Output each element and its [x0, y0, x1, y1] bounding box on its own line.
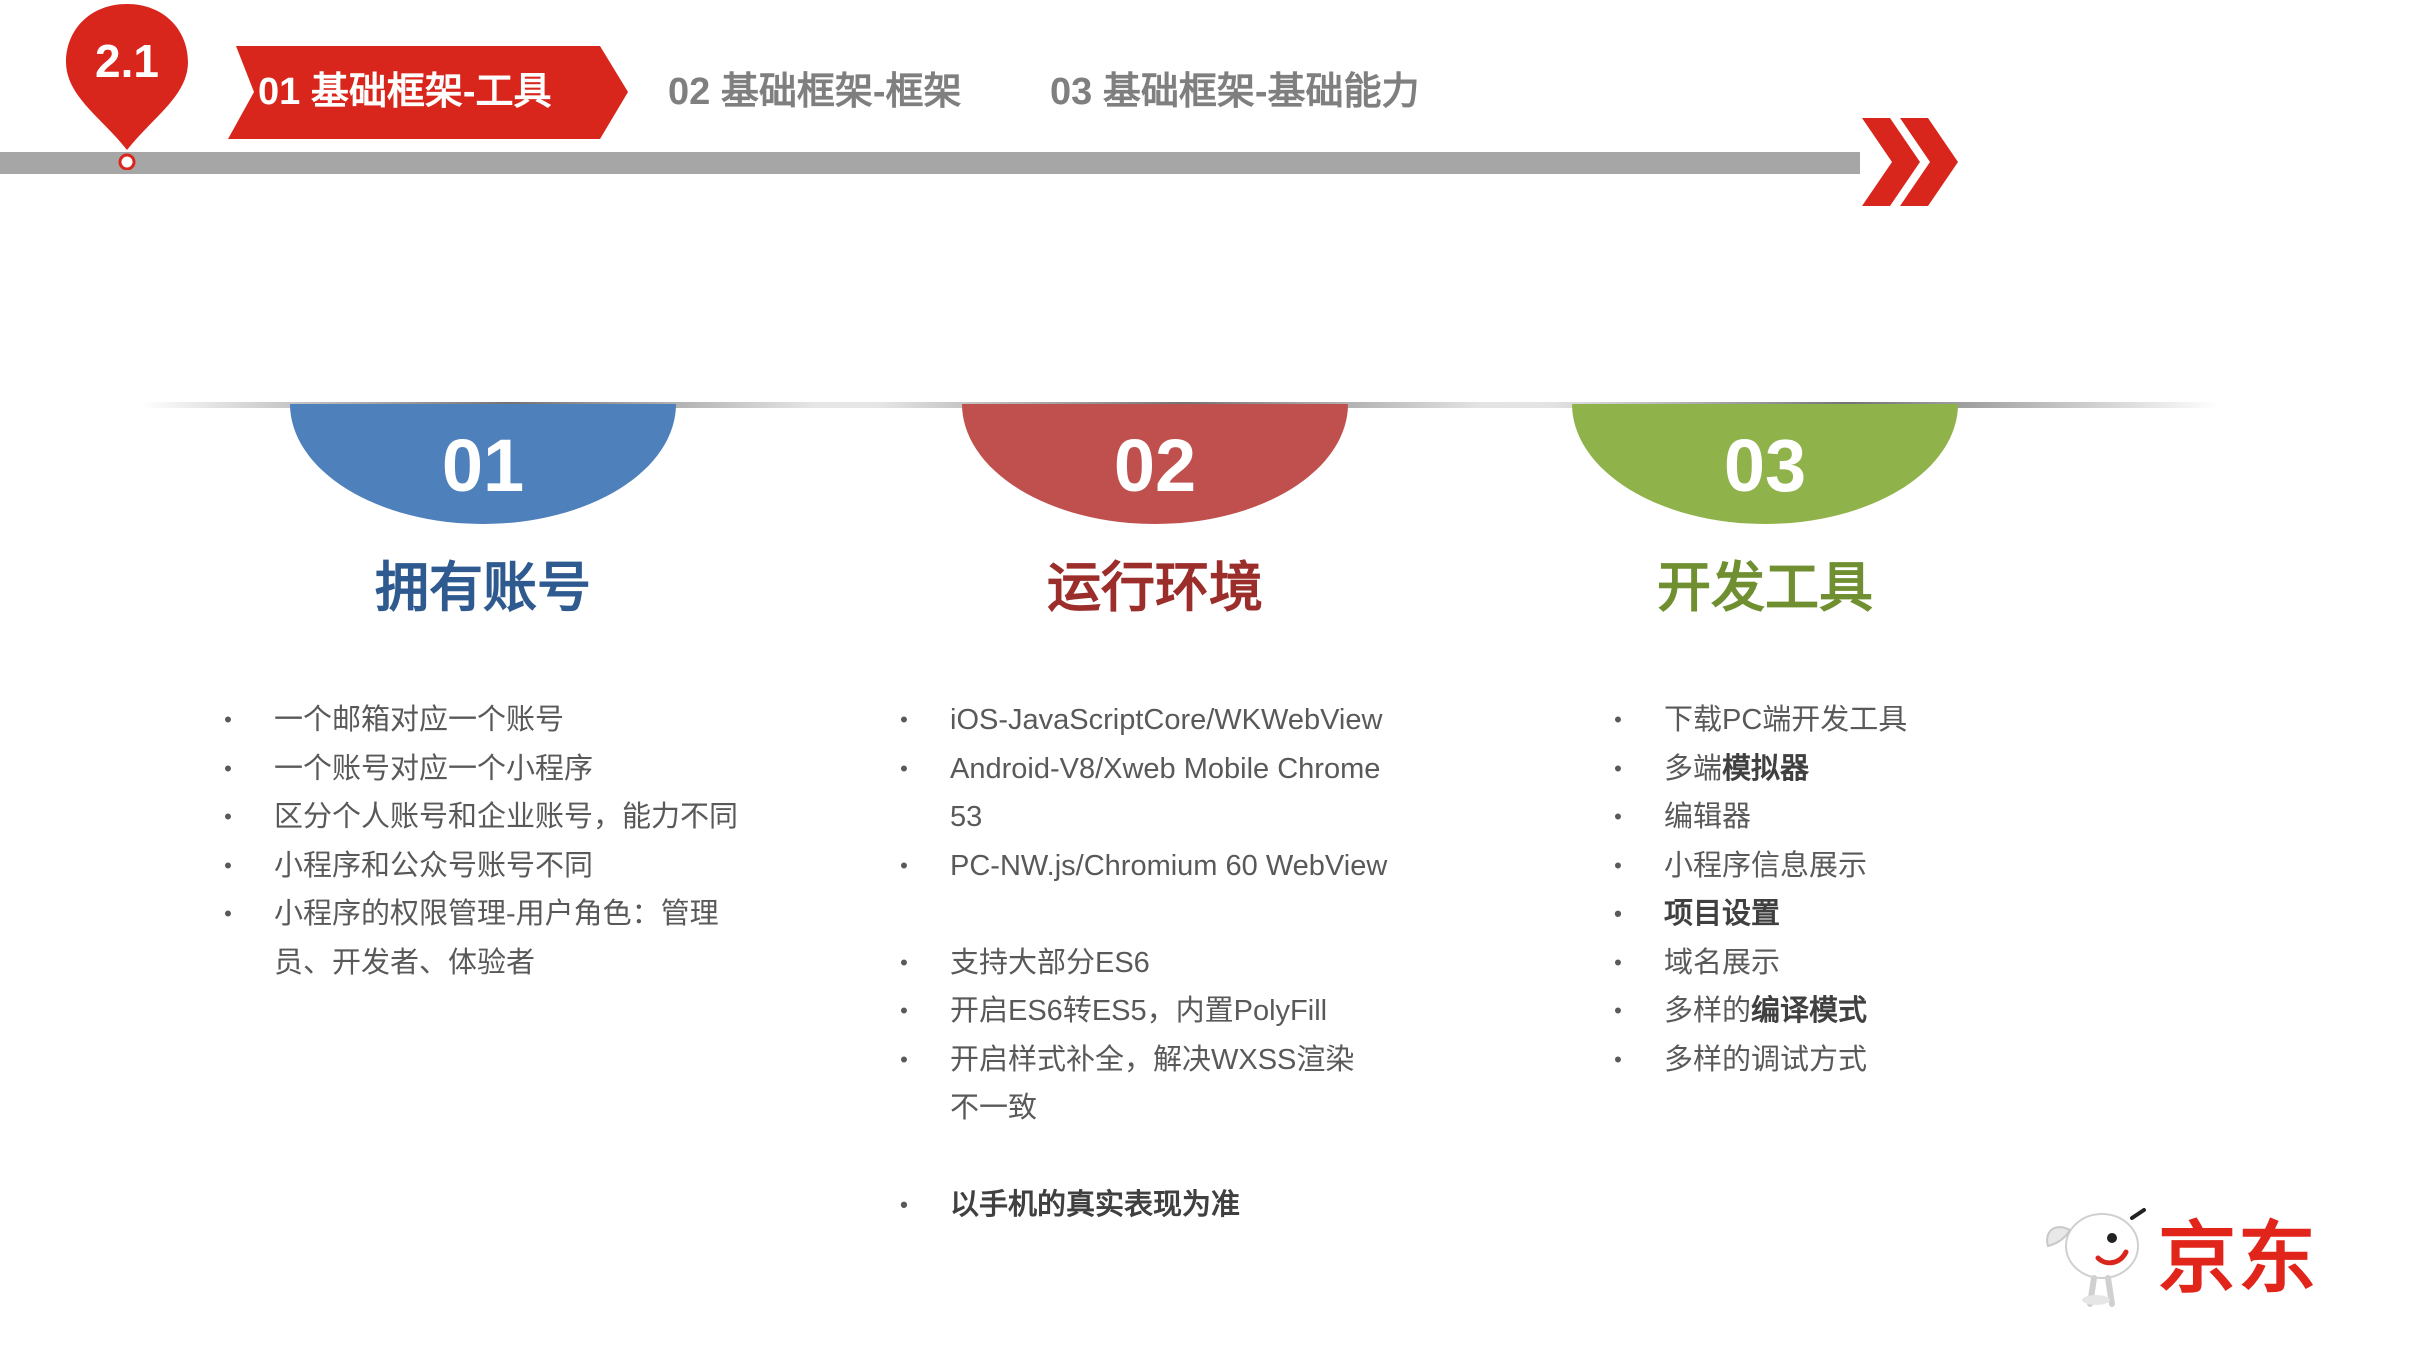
column-title: 拥有账号 [375, 558, 591, 618]
list-item: • 以手机的真实表现为准 [900, 1189, 1241, 1221]
list-item: • 多样的编译模式 [1614, 995, 1868, 1027]
list-item: • 支持大部分ES6 [900, 946, 1150, 979]
list-item: • 多样的调试方式 [1614, 1043, 1868, 1076]
list-item: • 开启样式补全，解决WXSS渲染不一致 [900, 1043, 1355, 1125]
list-item: • 多端模拟器 [1614, 752, 1810, 785]
list-item: • 开启ES6转ES5，内置PolyFill [900, 995, 1328, 1027]
list-item: • 小程序的权限管理-用户角色：管理员、开发者、体验者 [224, 898, 719, 979]
jd-mascot-icon [2046, 1208, 2146, 1307]
column-number: 01 [441, 424, 525, 507]
double-chevron-right-icon [1862, 118, 1958, 206]
column-number: 02 [1113, 424, 1197, 507]
column-number: 03 [1723, 424, 1807, 507]
tab-tools[interactable]: 01 基础框架-工具 [258, 60, 551, 124]
bullet-list: • iOS-JavaScriptCore/WKWebView • Android-V… [900, 696, 1390, 1230]
list-item: • Android-V8/Xweb Mobile Chrome 53 [900, 752, 1381, 834]
tab-basic-abilities[interactable]: 03 基础框架-基础能力 [1050, 60, 1419, 124]
section-number: 2.1 [95, 35, 159, 87]
tab-framework[interactable]: 02 基础框架-框架 [668, 60, 961, 124]
jd-logo: 京东 [2040, 1200, 2340, 1310]
list-item: • 区分个人账号和企业账号，能力不同 [224, 801, 739, 833]
bullet-list: • 一个邮箱对应一个账号 • 一个账号对应一个小程序 • 区分个人账号和企业账号，能力… [224, 696, 834, 987]
column-devtools: 03 开发工具 • 下载PC端开发工具 • 多端模拟器 • 编辑器 • 小程序信息展示 … [1478, 380, 2218, 1240]
column-title: 运行环境 [1047, 558, 1263, 618]
list-item: • iOS-JavaScriptCore/WKWebView [900, 704, 1383, 736]
list-item: • 一个邮箱对应一个账号 [224, 704, 565, 736]
list-item: • 一个账号对应一个小程序 [224, 752, 594, 785]
bullet-list: • 下载PC端开发工具 • 多端模拟器 • 编辑器 • 小程序信息展示 • 项目设置 • 域… [1614, 696, 2104, 1084]
column-title: 开发工具 [1657, 558, 1873, 618]
column-account: 01 拥有账号 • 一个邮箱对应一个账号 • 一个账号对应一个小程序 • 区分个人账号… [140, 380, 880, 1240]
column-runtime: 02 运行环境 • iOS-JavaScriptCore/WKWebView • A… [812, 380, 1552, 1240]
list-item: • PC-NW.js/Chromium 60 WebView [900, 849, 1388, 882]
jd-logo-text: 京东 [2158, 1214, 2319, 1304]
list-item: • 小程序和公众号账号不同 [224, 849, 594, 882]
list-item: • 项目设置 [1614, 898, 1781, 930]
list-item: • 小程序信息展示 [1614, 849, 1868, 882]
list-item: • 域名展示 [1614, 946, 1781, 979]
list-item: • 编辑器 [1614, 801, 1752, 833]
list-item: • 下载PC端开发工具 [1614, 704, 1908, 736]
progress-line [0, 152, 1860, 174]
